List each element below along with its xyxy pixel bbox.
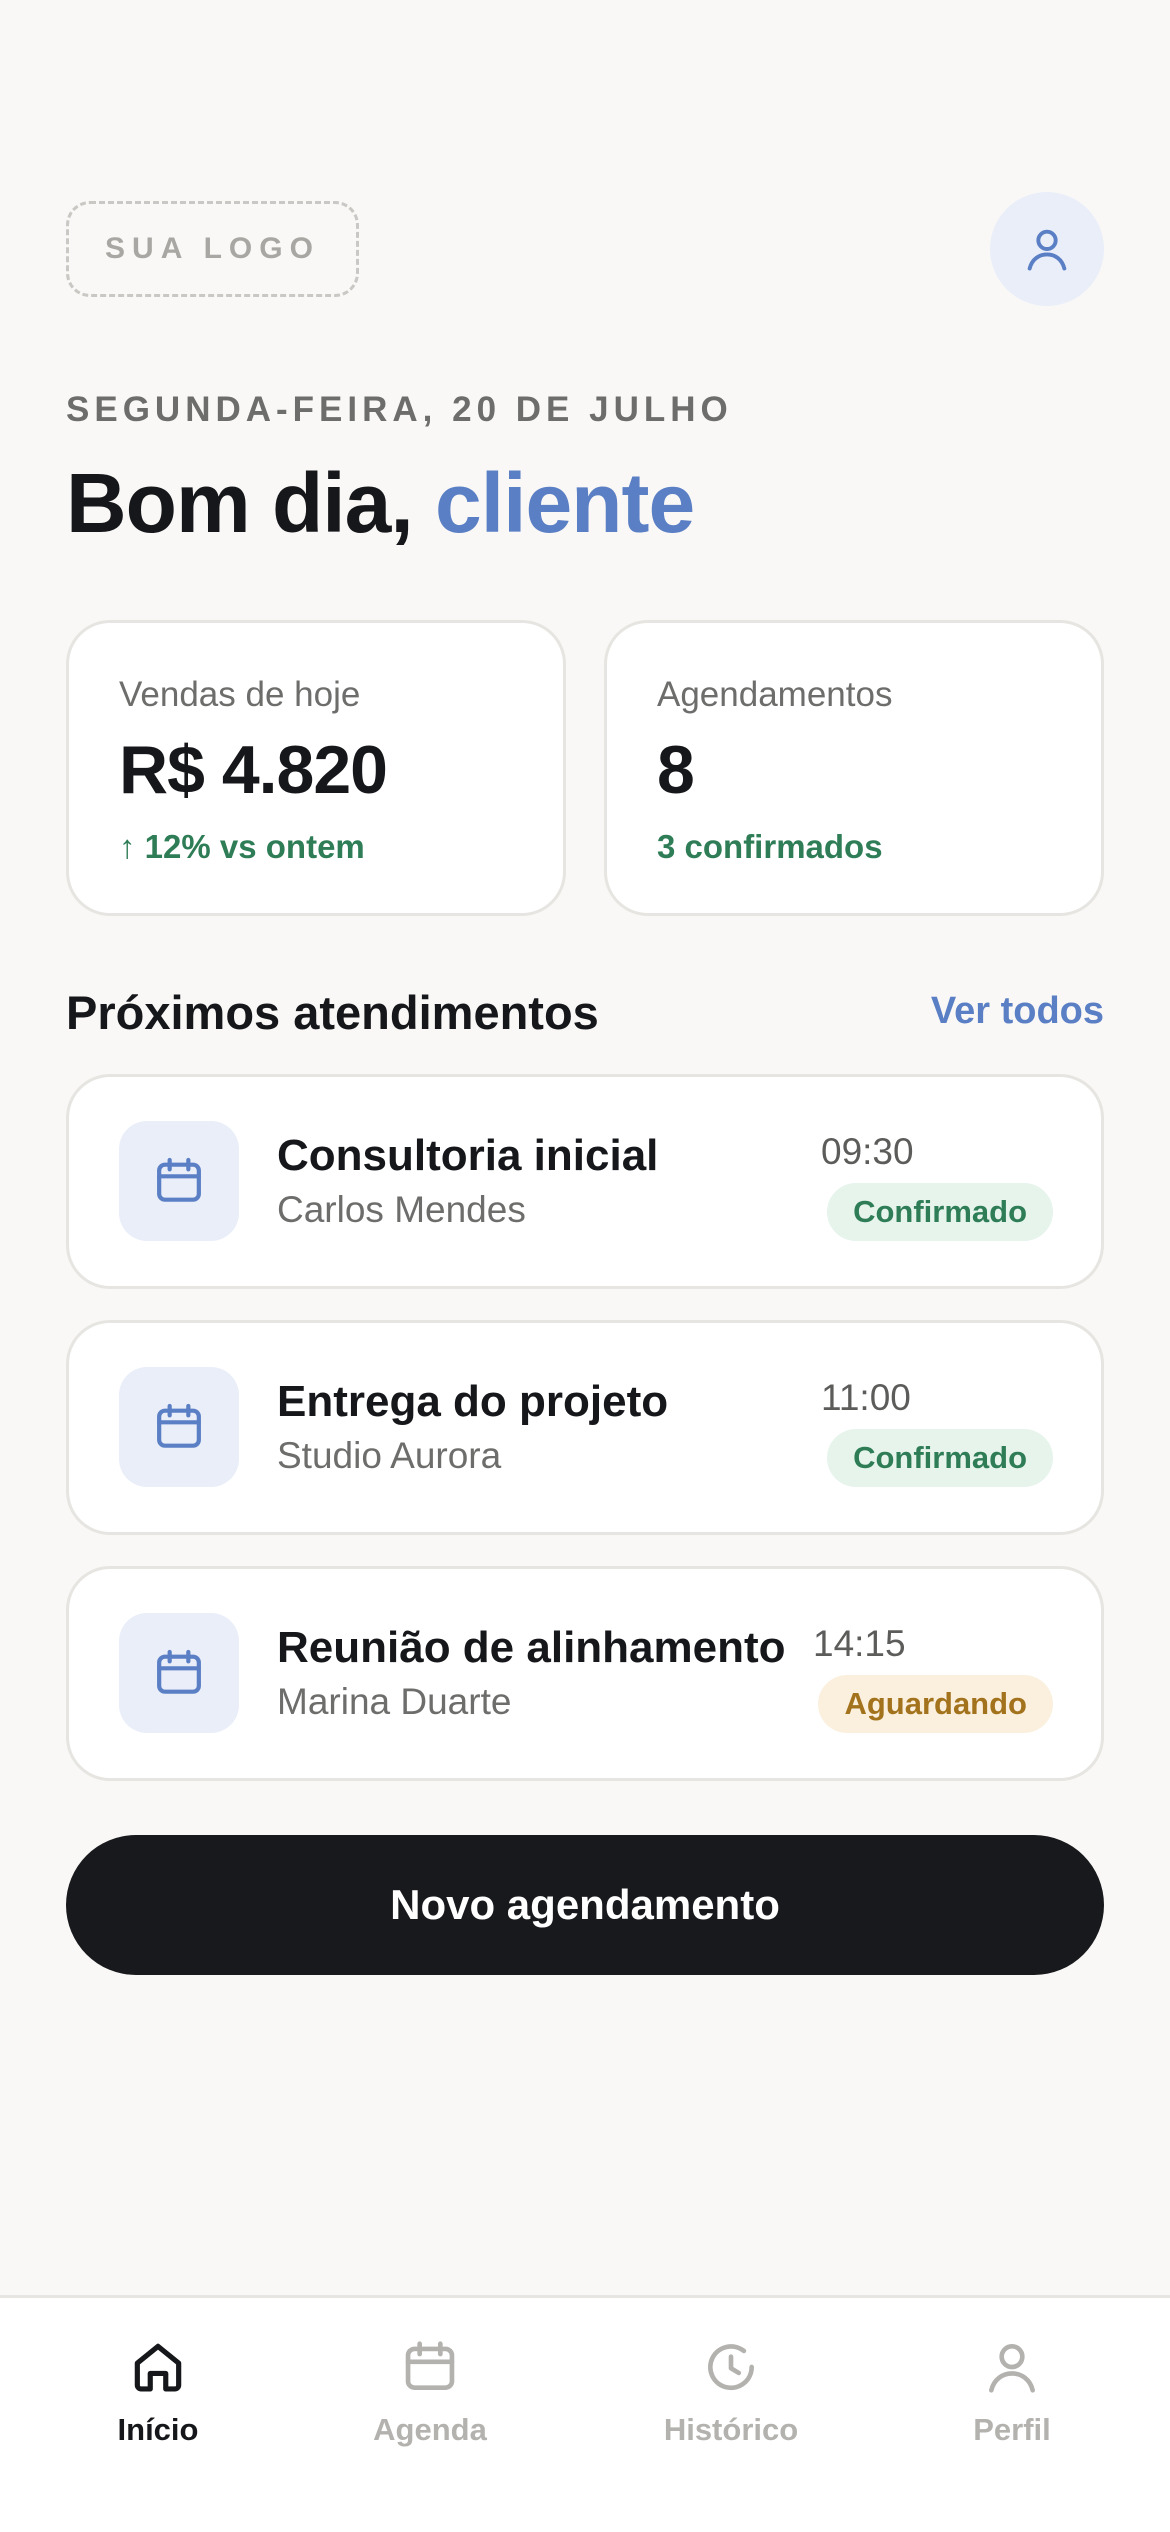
home-icon <box>134 2343 182 2392</box>
appointment-time: 11:00 <box>821 1377 911 1418</box>
nav-item-historico[interactable]: Histórico <box>621 2336 841 2448</box>
nav-label: Histórico <box>663 2412 799 2447</box>
bottom-nav: Início Agenda Histórico Perfil <box>0 2295 1170 2532</box>
appointment-client: Marina Duarte <box>277 1681 512 1722</box>
appointment-client: Studio Aurora <box>277 1435 502 1476</box>
appointment-title: Entrega do projeto <box>277 1377 669 1426</box>
nav-label: Perfil <box>973 2412 1051 2447</box>
appointment-card[interactable]: Reunião de alinhamento Marina Duarte 14:… <box>66 1566 1104 1781</box>
status-badge: Confirmado <box>827 1429 1053 1487</box>
calendar-icon <box>157 1403 201 1448</box>
clock-icon <box>708 2344 754 2391</box>
appointment-icon-tile <box>119 1121 239 1241</box>
appointment-title: Consultoria inicial <box>277 1131 659 1180</box>
appointment-time: 09:30 <box>821 1131 914 1172</box>
greeting-name: cliente <box>435 456 695 550</box>
appointment-card[interactable]: Consultoria inicial Carlos Mendes 09:30 … <box>66 1074 1104 1289</box>
status-badge: Confirmado <box>827 1183 1053 1241</box>
appointment-icon-tile <box>119 1613 239 1733</box>
appointment-card[interactable]: Entrega do projeto Studio Aurora 11:00 C… <box>66 1320 1104 1535</box>
user-icon <box>989 2344 1035 2393</box>
status-badge: Aguardando <box>818 1675 1053 1733</box>
nav-item-agenda[interactable]: Agenda <box>320 2336 540 2448</box>
greeting-title: Bom dia, cliente <box>66 455 695 552</box>
sales-today-card[interactable]: Vendas de hoje R$ 4.820 ↑ 12% vs ontem <box>66 620 566 916</box>
section-title: Próximos atendimentos <box>66 986 599 1039</box>
home-screen: SUA LOGO SEGUNDA-FEIRA, 20 DE JULHO Bom … <box>0 0 1170 2532</box>
stat-value: R$ 4.820 <box>119 732 388 808</box>
stat-label: Vendas de hoje <box>119 675 361 714</box>
stat-trend: ↑ 12% vs ontem <box>119 828 365 865</box>
stat-value: 8 <box>657 732 695 808</box>
calendar-icon <box>157 1649 201 1694</box>
appointment-title: Reunião de alinhamento <box>277 1623 786 1672</box>
nav-item-inicio[interactable]: Início <box>48 2336 268 2448</box>
see-all-link[interactable]: Ver todos <box>931 990 1104 1033</box>
nav-item-perfil[interactable]: Perfil <box>902 2336 1122 2448</box>
logo-placeholder: SUA LOGO <box>66 201 359 297</box>
calendar-icon <box>405 2341 455 2390</box>
profile-avatar-button[interactable] <box>990 192 1104 306</box>
current-date: SEGUNDA-FEIRA, 20 DE JULHO <box>66 390 733 429</box>
nav-label: Início <box>117 2412 199 2447</box>
stat-confirmed: 3 confirmados <box>657 828 883 865</box>
calendar-icon <box>157 1157 201 1202</box>
appointments-card[interactable]: Agendamentos 8 3 confirmados <box>604 620 1104 916</box>
user-icon <box>1027 229 1067 271</box>
stat-label: Agendamentos <box>657 675 893 714</box>
greeting-prefix: Bom dia, <box>66 456 436 550</box>
appointment-icon-tile <box>119 1367 239 1487</box>
nav-label: Agenda <box>373 2412 487 2447</box>
appointment-client: Carlos Mendes <box>277 1189 526 1230</box>
new-appointment-button[interactable]: Novo agendamento <box>66 1835 1104 1975</box>
appointment-time: 14:15 <box>813 1623 906 1664</box>
